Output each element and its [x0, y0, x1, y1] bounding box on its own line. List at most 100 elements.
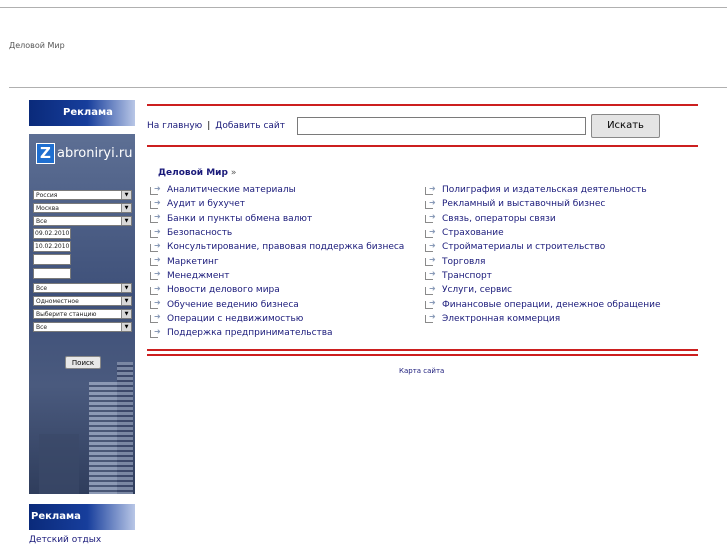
category-item[interactable]: Операции с недвижимостью: [150, 312, 404, 326]
search-input[interactable]: [297, 117, 586, 135]
category-list-left: Аналитические материалы Аудит и бухучет …: [150, 183, 404, 340]
red-divider: [147, 104, 698, 106]
building-image: [89, 382, 119, 494]
catalog-title[interactable]: Деловой Мир»: [158, 168, 236, 178]
category-item[interactable]: Маркетинг: [150, 254, 404, 268]
zabroniryi-logo[interactable]: Z abroniryi.ru: [36, 142, 132, 164]
add-site-link[interactable]: Добавить сайт: [215, 121, 285, 131]
category-label: Транспорт: [442, 270, 492, 281]
kids-holiday-link[interactable]: Детский отдых: [29, 535, 101, 545]
category-item[interactable]: Услуги, сервис: [425, 283, 661, 297]
category-item[interactable]: Транспорт: [425, 269, 661, 283]
category-item[interactable]: Полиграфия и издательская деятельность: [425, 183, 661, 197]
category-item[interactable]: Менеджмент: [150, 269, 404, 283]
arrow-icon: [425, 255, 438, 267]
category-label: Менеджмент: [167, 270, 230, 281]
arrow-icon: [150, 269, 163, 281]
top-nav: На главную | Добавить сайт: [147, 121, 285, 131]
category-item[interactable]: Поддержка предпринимательства: [150, 326, 404, 340]
category-label: Аналитические материалы: [167, 185, 296, 196]
arrow-icon: [150, 198, 163, 209]
header-divider: [9, 87, 727, 88]
category-label: Безопасность: [167, 228, 233, 239]
category-item[interactable]: Новости делового мира: [150, 283, 404, 297]
category-select[interactable]: Все ▼: [33, 216, 132, 226]
arrow-icon: [150, 241, 163, 252]
arrow-icon: [150, 227, 163, 238]
category-label: Поддержка предпринимательства: [167, 328, 333, 339]
chevron-down-icon: ▼: [121, 310, 131, 318]
arrow-icon: [150, 255, 163, 267]
extra-input-2[interactable]: [33, 268, 71, 279]
date-from-input[interactable]: 09.02.2010: [33, 228, 71, 239]
booking-widget: Z abroniryi.ru Россия ▼ Москва ▼ Все ▼ 09.0…: [29, 134, 135, 494]
date-to-input[interactable]: 10.02.2010: [33, 241, 71, 252]
arrow-icon: [425, 198, 438, 209]
home-link[interactable]: На главную: [147, 121, 202, 131]
arrow-icon: [425, 312, 438, 324]
nav-separator: |: [207, 121, 211, 131]
category-label: Полиграфия и издательская деятельность: [442, 185, 647, 196]
arrow-icon: [425, 284, 438, 295]
category-item[interactable]: Аудит и бухучет: [150, 197, 404, 211]
category-item[interactable]: Связь, операторы связи: [425, 212, 661, 226]
arrow-icon: [150, 327, 163, 338]
city-select[interactable]: Москва ▼: [33, 203, 132, 213]
ad-heading: Реклама: [29, 100, 135, 126]
arrow-icon: [425, 227, 438, 238]
extra-input-1[interactable]: [33, 254, 71, 265]
filter-select[interactable]: Все ▼: [33, 283, 132, 293]
category-item[interactable]: Стройматериалы и строительство: [425, 240, 661, 254]
raquo-icon: »: [230, 168, 237, 178]
arrow-icon: [425, 212, 438, 224]
category-item[interactable]: Консультирование, правовая поддержка биз…: [150, 240, 404, 254]
country-select[interactable]: Россия ▼: [33, 190, 132, 200]
category-item[interactable]: Аналитические материалы: [150, 183, 404, 197]
site-title: Деловой Мир: [9, 41, 65, 50]
category-item[interactable]: Электронная коммерция: [425, 312, 661, 326]
station-value: Выберите станцию: [36, 311, 97, 318]
category-item[interactable]: Торговля: [425, 254, 661, 268]
category-item[interactable]: Безопасность: [150, 226, 404, 240]
ad-heading-2-label: Реклама: [31, 511, 81, 522]
category-label: Услуги, сервис: [442, 285, 513, 296]
widget-search-button[interactable]: Поиск: [65, 356, 101, 369]
chevron-down-icon: ▼: [121, 191, 131, 199]
room-type-select[interactable]: Одноместное ▼: [33, 296, 132, 306]
ad-heading-2: Реклама: [29, 504, 135, 530]
category-label: Финансовые операции, денежное обращение: [442, 299, 661, 310]
country-value: Россия: [36, 192, 58, 199]
arrow-icon: [425, 269, 438, 281]
arrow-icon: [150, 184, 163, 195]
catalog-title-text: Деловой Мир: [158, 168, 228, 178]
category-item[interactable]: Страхование: [425, 226, 661, 240]
category-list-right: Полиграфия и издательская деятельность Р…: [425, 183, 661, 326]
category-label: Связь, операторы связи: [442, 213, 556, 224]
sitemap-link[interactable]: Карта сайта: [399, 367, 444, 375]
category-label: Консультирование, правовая поддержка биз…: [167, 242, 405, 253]
building-image: [39, 434, 79, 494]
chevron-down-icon: ▼: [121, 323, 131, 331]
arrow-icon: [425, 298, 438, 310]
category-label: Страхование: [442, 228, 504, 239]
chevron-down-icon: ▼: [121, 204, 131, 212]
red-divider: [147, 145, 698, 147]
category-value: Все: [36, 218, 48, 225]
red-divider: [147, 354, 698, 356]
ad-heading-label: Реклама: [63, 107, 113, 118]
category-label: Обучение ведению бизнеса: [167, 299, 299, 310]
category-item[interactable]: Обучение ведению бизнеса: [150, 297, 404, 311]
logo-letter: Z: [36, 142, 55, 164]
category-item[interactable]: Рекламный и выставочный бизнес: [425, 197, 661, 211]
arrow-icon: [150, 298, 163, 310]
arrow-icon: [425, 184, 438, 195]
category-item[interactable]: Банки и пункты обмена валют: [150, 212, 404, 226]
area-select[interactable]: Все ▼: [33, 322, 132, 332]
category-item[interactable]: Финансовые операции, денежное обращение: [425, 297, 661, 311]
building-image: [117, 362, 133, 494]
search-button[interactable]: Искать: [591, 114, 660, 138]
station-select[interactable]: Выберите станцию ▼: [33, 309, 132, 319]
city-value: Москва: [36, 205, 59, 212]
category-label: Электронная коммерция: [442, 313, 561, 324]
arrow-icon: [425, 241, 438, 252]
